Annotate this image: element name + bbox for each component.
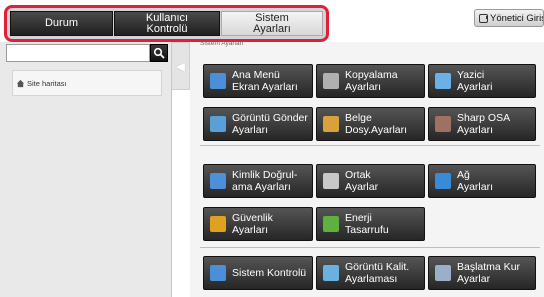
- search-button[interactable]: [150, 44, 168, 62]
- copy-icon: [323, 73, 339, 89]
- copy-settings-button[interactable]: Kopyalama Ayarları: [316, 64, 425, 98]
- image-send-icon: [210, 116, 226, 132]
- system-control-button[interactable]: Sistem Kontrolü: [203, 256, 313, 290]
- energy-save-button[interactable]: Enerji Tasarrufu: [316, 207, 425, 241]
- quality-icon: [323, 265, 339, 281]
- image-send-settings-label: Görüntü Gönder Ayarları: [232, 112, 308, 136]
- security-settings-button[interactable]: Güvenlik Ayarları: [203, 207, 313, 241]
- search-input[interactable]: [6, 44, 150, 62]
- authentication-settings-label: Kimlik Doğrul- ama Ayarları: [232, 169, 298, 193]
- home-menu-screen-settings-button[interactable]: Ana Menü Ekran Ayarları: [203, 64, 313, 98]
- energy-save-label: Enerji Tasarrufu: [345, 212, 389, 236]
- network-settings-button[interactable]: Ağ Ayarları: [428, 164, 536, 198]
- collapse-sidebar-button[interactable]: ◀: [172, 42, 190, 90]
- printer-settings-label: Yazici Ayarlari: [457, 69, 493, 93]
- leaf-icon: [323, 216, 339, 232]
- lock-icon: [210, 216, 226, 232]
- top-bar: Durum Kullanıcı Kontrolü Sistem Ayarları…: [0, 0, 544, 42]
- sharp-osa-settings-button[interactable]: Sharp OSA Ayarları: [428, 107, 536, 141]
- left-panel: Site haritası: [0, 42, 172, 297]
- system-control-label: Sistem Kontrolü: [232, 267, 307, 279]
- search-icon: [153, 47, 165, 59]
- sharp-osa-settings-label: Sharp OSA Ayarları: [457, 112, 511, 136]
- document-filing-settings-label: Belge Dosy.Ayarları: [345, 112, 408, 136]
- divider: [200, 145, 540, 146]
- admin-login-button[interactable]: Yönetici Giriş: [474, 9, 544, 27]
- users-icon: [210, 173, 226, 189]
- breadcrumb: Sistem Ayarları: [200, 40, 244, 47]
- printer-settings-button[interactable]: Yazici Ayarlari: [428, 64, 536, 98]
- tab-system-settings-label: Sistem Ayarları: [253, 11, 291, 35]
- document-filing-settings-button[interactable]: Belge Dosy.Ayarları: [316, 107, 425, 141]
- tab-status[interactable]: Durum: [10, 11, 113, 36]
- image-quality-adjustment-label: Görüntü Kalit. Ayarlaması: [345, 261, 410, 285]
- home-icon: [16, 79, 25, 87]
- image-quality-adjustment-button[interactable]: Görüntü Kalit. Ayarlaması: [316, 256, 425, 290]
- globe-icon: [435, 173, 451, 189]
- tools-icon: [323, 173, 339, 189]
- sitemap-label: Site haritası: [27, 78, 67, 88]
- copy-settings-label: Kopyalama Ayarları: [345, 69, 398, 93]
- monitor-icon: [210, 265, 226, 281]
- tab-system-settings[interactable]: Sistem Ayarları: [221, 11, 323, 36]
- security-settings-label: Güvenlik Ayarları: [232, 212, 273, 236]
- home-icon: [210, 73, 226, 89]
- home-menu-screen-settings-label: Ana Menü Ekran Ayarları: [232, 69, 298, 93]
- network-settings-label: Ağ Ayarları: [457, 169, 493, 193]
- tab-user-control[interactable]: Kullanıcı Kontrolü: [114, 11, 220, 36]
- common-settings-button[interactable]: Ortak Ayarlar: [316, 164, 425, 198]
- common-settings-label: Ortak Ayarlar: [345, 169, 379, 193]
- osa-icon: [435, 116, 451, 132]
- authentication-settings-button[interactable]: Kimlik Doğrul- ama Ayarları: [203, 164, 313, 198]
- startup-settings-button[interactable]: Başlatma Kur Ayarlar: [428, 256, 536, 290]
- startup-icon: [435, 265, 451, 281]
- startup-settings-label: Başlatma Kur Ayarlar: [457, 261, 521, 285]
- tab-status-label: Durum: [44, 17, 78, 29]
- admin-login-label: Yönetici Giriş: [490, 12, 544, 24]
- sitemap-link[interactable]: Site haritası: [12, 70, 162, 96]
- divider: [200, 247, 540, 248]
- login-icon: [479, 13, 488, 23]
- collapse-chevron-icon: ◀: [176, 60, 185, 73]
- printer-icon: [435, 73, 451, 89]
- tab-user-control-label: Kullanıcı Kontrolü: [145, 11, 189, 35]
- folder-icon: [323, 116, 339, 132]
- tab-group: Durum Kullanıcı Kontrolü Sistem Ayarları: [4, 5, 329, 42]
- image-send-settings-button[interactable]: Görüntü Gönder Ayarları: [203, 107, 313, 141]
